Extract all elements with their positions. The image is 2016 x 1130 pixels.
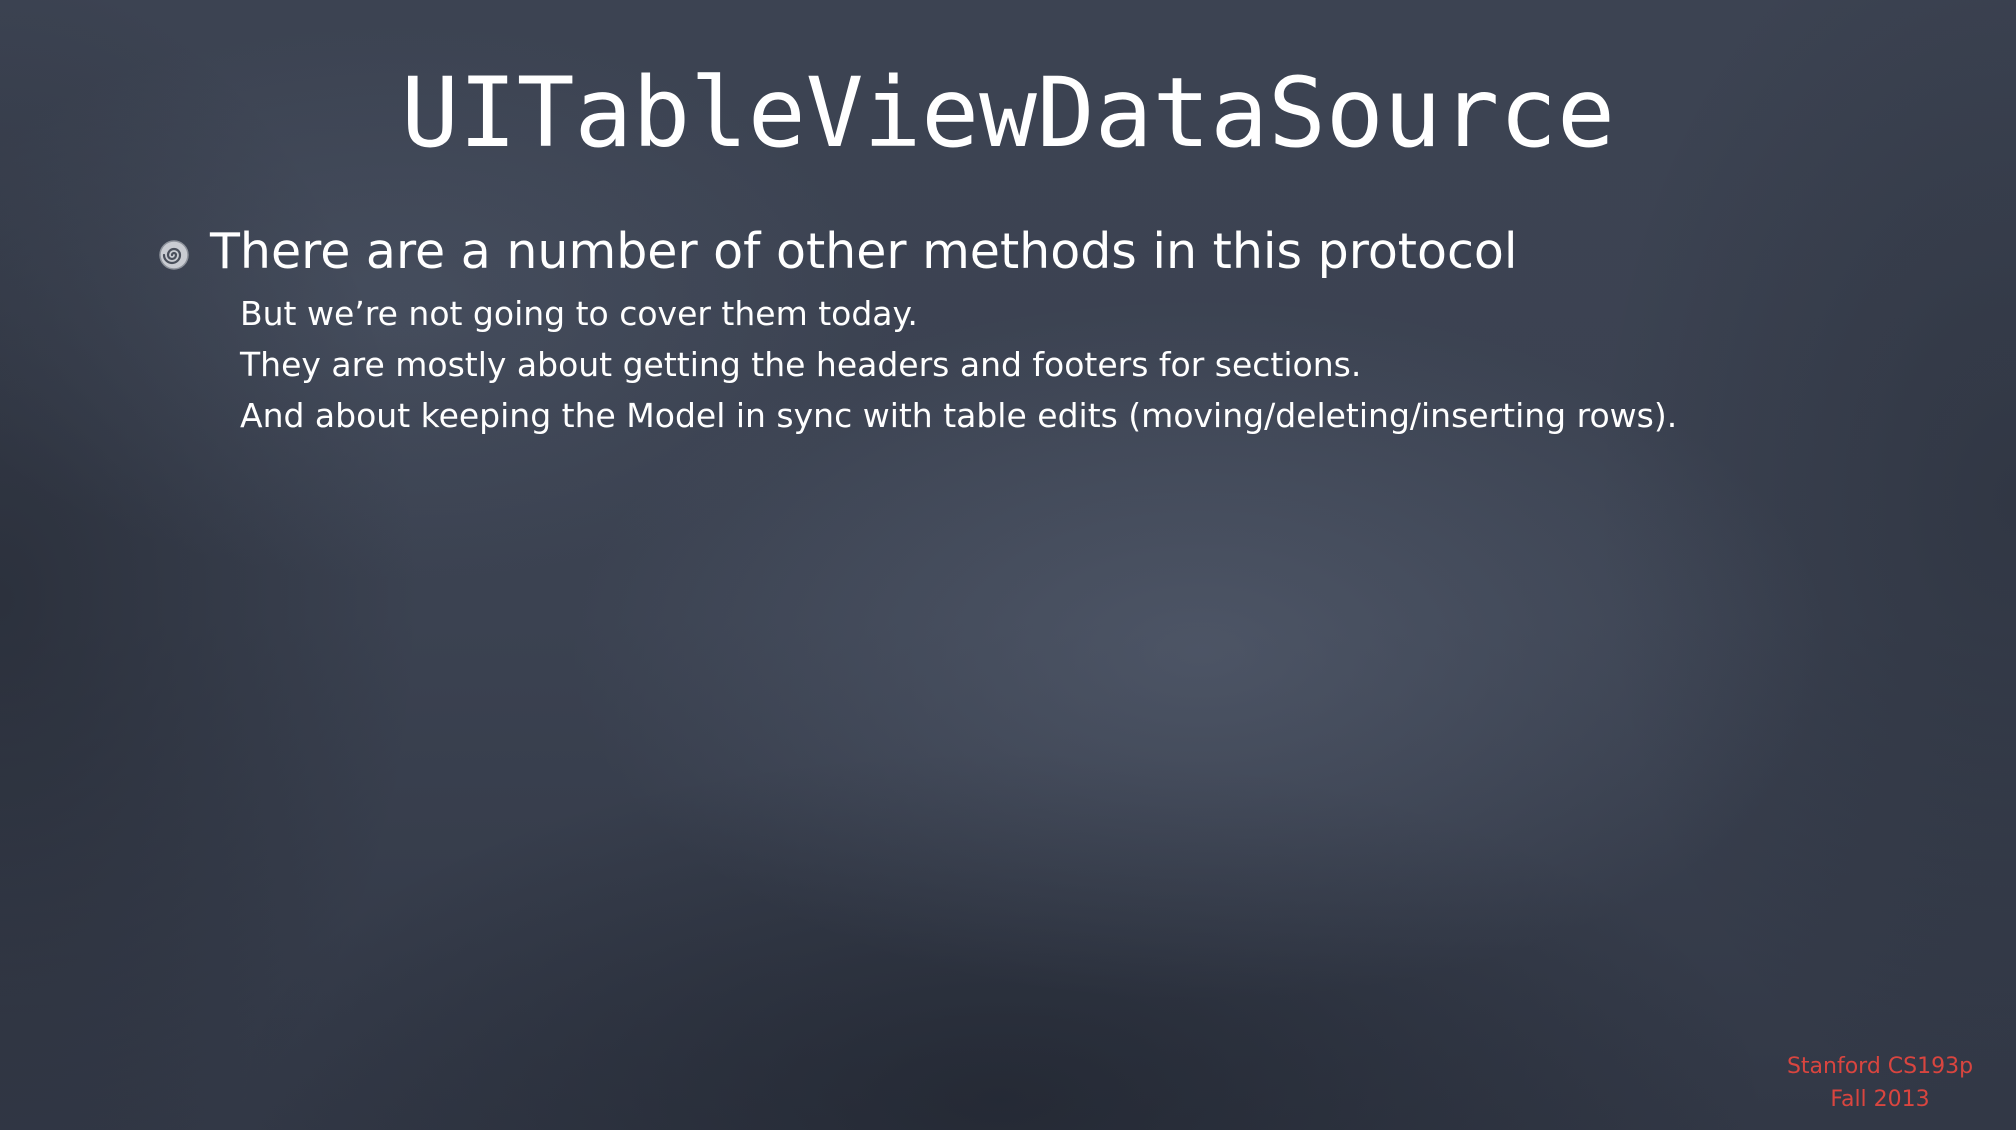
bullet-item: There are a number of other methods in t… — [152, 220, 1952, 284]
footer-course-name: Stanford CS193p — [1786, 1054, 1974, 1079]
bullet-text: There are a number of other methods in t… — [210, 223, 1518, 280]
slide-title: UITableViewDataSource — [401, 57, 1615, 169]
footer-term: Fall 2013 — [1830, 1087, 1930, 1112]
spiral-bullet-icon — [157, 238, 191, 272]
slide: UITableViewDataSource There are a number… — [0, 0, 2016, 1130]
sub-item: But we’re not going to cover them today. — [240, 294, 918, 333]
course-footer: Stanford CS193p Fall 2013 — [1770, 1050, 1990, 1116]
sub-list: But we’re not going to cover them today.… — [240, 288, 1677, 441]
sub-item: They are mostly about getting the header… — [240, 345, 1362, 384]
sub-item: And about keeping the Model in sync with… — [240, 396, 1678, 435]
bullet-list: There are a number of other methods in t… — [152, 220, 1952, 435]
